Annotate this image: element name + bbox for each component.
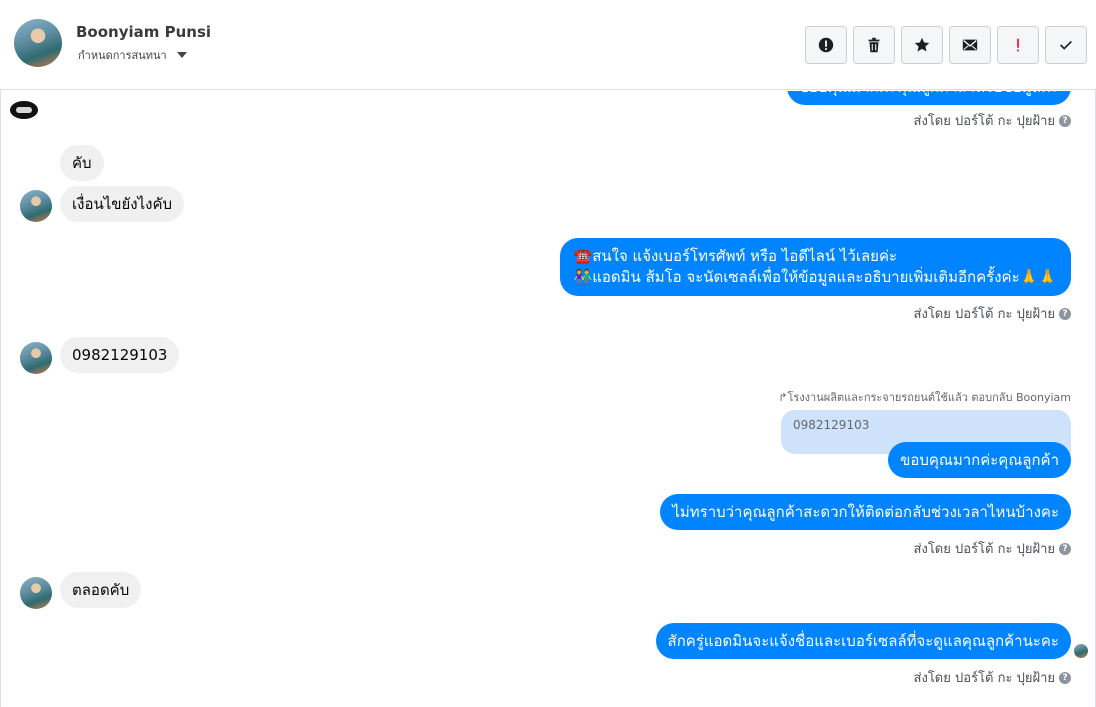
star-button[interactable] bbox=[901, 26, 943, 64]
sent-by-text: ส่งโดย ปอร์โต้ กะ ปุยฝ้าย bbox=[913, 307, 1055, 322]
sent-by-label: ส่งโดย ปอร์โต้ กะ ปุยฝ้าย ? bbox=[914, 667, 1071, 688]
conversation-label-dropdown[interactable]: กำหนดการสนทนา bbox=[78, 46, 187, 64]
outgoing-message: ☎️สนใจ แจ้งเบอร์โทรศัพท์ หรือ ไอดีไลน์ ไ… bbox=[559, 238, 1071, 296]
sent-by-text: ส่งโดย ปอร์โต้ กะ ปุยฝ้าย bbox=[913, 114, 1055, 129]
contact-avatar-small bbox=[20, 342, 52, 374]
contact-name[interactable]: Boonyiam Punsi bbox=[76, 23, 211, 41]
help-icon[interactable]: ? bbox=[1059, 307, 1071, 320]
incoming-message: ตลอดคับ bbox=[60, 572, 142, 608]
sent-by-label: ส่งโดย ปอร์โต้ กะ ปุยฝ้าย ? bbox=[914, 303, 1071, 324]
sent-by-label: ส่งโดย ปอร์โต้ กะ ปุยฝ้าย ? bbox=[914, 110, 1071, 131]
exclamation-icon bbox=[1017, 38, 1019, 52]
conversation-header: Boonyiam Punsi กำหนดการสนทนา bbox=[0, 0, 1096, 90]
help-icon[interactable]: ? bbox=[1059, 671, 1071, 684]
contact-avatar-small bbox=[20, 190, 52, 222]
message-line: ☎️สนใจ แจ้งเบอร์โทรศัพท์ หรือ ไอดีไลน์ ไ… bbox=[573, 247, 898, 265]
conversation-label: กำหนดการสนทนา bbox=[78, 49, 167, 62]
incoming-message: 0982129103 bbox=[60, 337, 180, 373]
check-icon bbox=[1060, 40, 1072, 50]
reply-note: ↱โรงงานผลิตและกระจายรถยนต์ใช้แล้ว ตอบกลั… bbox=[778, 391, 1071, 404]
header-actions bbox=[805, 26, 1087, 64]
outgoing-message: สักครู่แอดมินจะแจ้งชื่อและเบอร์เซลล์ที่จ… bbox=[655, 623, 1071, 659]
help-icon[interactable]: ? bbox=[1059, 114, 1071, 127]
incoming-message: คับ bbox=[60, 145, 104, 181]
alert-circle-icon bbox=[818, 37, 834, 53]
outgoing-message-partial: ขอบคุณมากค่ะคุณลูกค้าสำหรับข้อมูลค่ะ bbox=[786, 91, 1071, 105]
done-button[interactable] bbox=[1045, 26, 1087, 64]
mark-spam-button[interactable] bbox=[805, 26, 847, 64]
follow-up-button[interactable] bbox=[997, 26, 1039, 64]
incoming-message: เงื่อนไขยังไงคับ bbox=[60, 186, 185, 222]
star-icon bbox=[914, 37, 930, 52]
sent-by-text: ส่งโดย ปอร์โต้ กะ ปุยฝ้าย bbox=[913, 671, 1055, 686]
help-icon[interactable]: ? bbox=[1059, 542, 1071, 555]
message-line: 👫แอดมิน ส้มโอ จะนัดเซลล์เพื่อให้ข้อมูลแล… bbox=[573, 268, 1057, 286]
envelope-icon bbox=[962, 39, 978, 51]
mark-unread-button[interactable] bbox=[949, 26, 991, 64]
page-avatar bbox=[10, 101, 38, 119]
sent-by-text: ส่งโดย ปอร์โต้ กะ ปุยฝ้าย bbox=[913, 542, 1055, 557]
message-thread[interactable]: ขอบคุณมากค่ะคุณลูกค้าสำหรับข้อมูลค่ะ ส่ง… bbox=[0, 91, 1096, 707]
trash-icon bbox=[868, 37, 880, 53]
caret-down-icon bbox=[176, 52, 187, 58]
seen-avatar bbox=[1074, 644, 1088, 658]
outgoing-message: ไม่ทราบว่าคุณลูกค้าสะดวกให้ติดต่อกลับช่ว… bbox=[660, 494, 1071, 530]
sent-by-label: ส่งโดย ปอร์โต้ กะ ปุยฝ้าย ? bbox=[914, 538, 1071, 559]
page-logo-mark bbox=[16, 107, 32, 113]
contact-avatar[interactable] bbox=[14, 19, 62, 67]
delete-button[interactable] bbox=[853, 26, 895, 64]
outgoing-message: ขอบคุณมากค่ะคุณลูกค้า bbox=[888, 442, 1071, 478]
contact-avatar-small bbox=[20, 577, 52, 609]
